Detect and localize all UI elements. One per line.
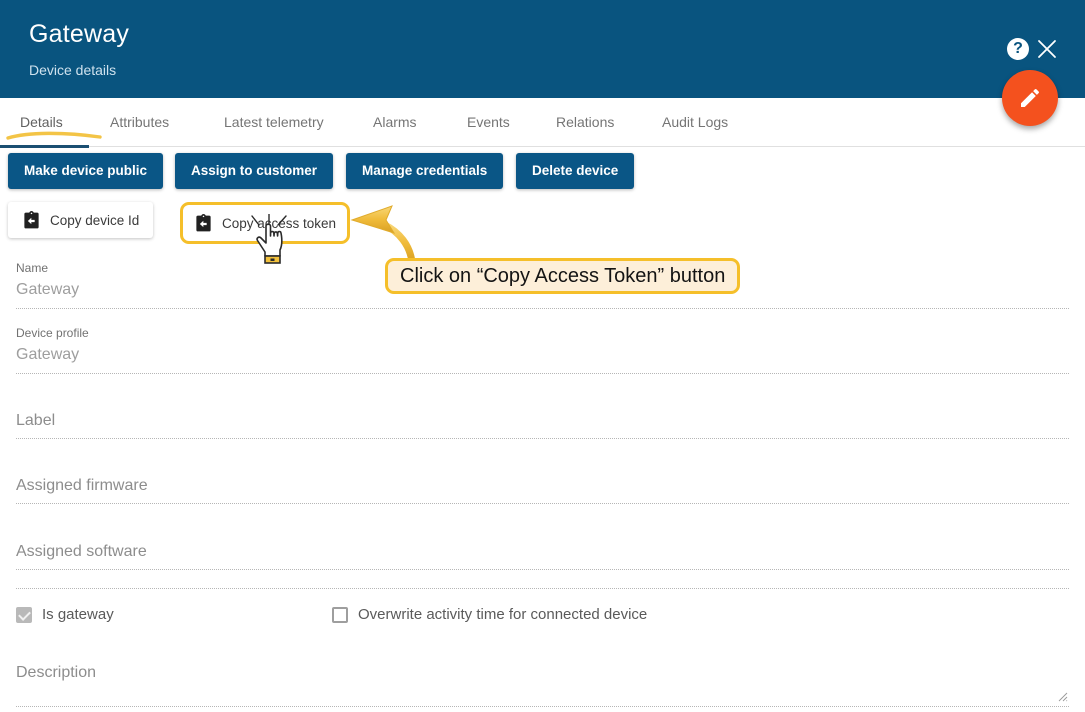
checkbox-is-gateway[interactable]: Is gateway xyxy=(16,606,114,623)
copy-clipboard-icon xyxy=(22,211,41,230)
instruction-callout-text: Click on “Copy Access Token” button xyxy=(400,265,725,288)
tab-relations[interactable]: Relations xyxy=(556,98,614,146)
checkbox-unchecked-icon xyxy=(332,607,348,623)
copy-actions-row: Copy device Id Copy access token xyxy=(0,202,1085,240)
dialog-header: Gateway Device details ? xyxy=(0,0,1085,98)
tab-details[interactable]: Details xyxy=(20,98,63,146)
description-placeholder[interactable]: Description xyxy=(16,664,96,682)
checkbox-overwrite-activity-time[interactable]: Overwrite activity time for connected de… xyxy=(332,606,647,623)
field-assigned-software-underline xyxy=(16,569,1069,570)
resize-grip-icon[interactable] xyxy=(1058,692,1068,702)
description-underline xyxy=(16,706,1069,707)
tab-latest-telemetry[interactable]: Latest telemetry xyxy=(224,98,324,146)
field-assigned-firmware-underline xyxy=(16,503,1069,504)
help-icon[interactable]: ? xyxy=(1007,38,1029,60)
pencil-icon xyxy=(1018,86,1042,110)
device-actions-row: Make device public Assign to customer Ma… xyxy=(0,153,1085,191)
field-device-profile-underline xyxy=(16,373,1069,374)
tab-attributes[interactable]: Attributes xyxy=(110,98,169,146)
copy-device-id-button[interactable]: Copy device Id xyxy=(8,202,153,238)
checkbox-is-gateway-label: Is gateway xyxy=(42,606,114,623)
manage-credentials-button[interactable]: Manage credentials xyxy=(346,153,503,189)
device-flags-row: Is gateway Overwrite activity time for c… xyxy=(16,606,1069,630)
tab-bar: Details Attributes Latest telemetry Alar… xyxy=(0,98,1085,147)
field-device-profile-value: Gateway xyxy=(16,346,1069,364)
field-assigned-firmware-placeholder: Assigned firmware xyxy=(16,477,1069,495)
make-device-public-button[interactable]: Make device public xyxy=(8,153,163,189)
section-divider xyxy=(16,588,1069,589)
copy-clipboard-icon xyxy=(194,214,213,233)
active-tab-indicator xyxy=(0,145,89,148)
field-name-underline xyxy=(16,308,1069,309)
field-device-profile[interactable]: Device profile Gateway xyxy=(16,326,1069,364)
field-assigned-software[interactable]: Assigned software xyxy=(16,543,1069,561)
pointing-hand-cursor xyxy=(246,214,292,264)
tab-audit-logs[interactable]: Audit Logs xyxy=(662,98,728,146)
delete-device-button[interactable]: Delete device xyxy=(516,153,634,189)
copy-device-id-label: Copy device Id xyxy=(50,213,139,228)
field-device-profile-label: Device profile xyxy=(16,326,1069,340)
field-assigned-firmware[interactable]: Assigned firmware xyxy=(16,477,1069,495)
checkbox-overwrite-activity-time-label: Overwrite activity time for connected de… xyxy=(358,606,647,623)
checkbox-checked-icon xyxy=(16,607,32,623)
page-subtitle: Device details xyxy=(29,62,116,78)
tab-events[interactable]: Events xyxy=(467,98,510,146)
field-assigned-software-placeholder: Assigned software xyxy=(16,543,1069,561)
page-title: Gateway xyxy=(29,20,129,49)
edit-device-button[interactable] xyxy=(1002,70,1058,126)
field-label[interactable]: Label xyxy=(16,412,1069,430)
field-label-placeholder: Label xyxy=(16,412,1069,430)
close-icon[interactable] xyxy=(1035,37,1059,61)
assign-to-customer-button[interactable]: Assign to customer xyxy=(175,153,333,189)
tab-alarms[interactable]: Alarms xyxy=(373,98,417,146)
field-label-underline xyxy=(16,438,1069,439)
instruction-callout: Click on “Copy Access Token” button xyxy=(385,258,740,294)
